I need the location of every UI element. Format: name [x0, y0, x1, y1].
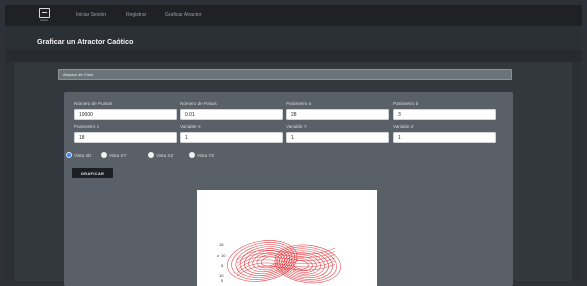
view-yz-label: Vista YZ — [197, 152, 215, 158]
logo-box — [39, 8, 50, 18]
radio-dot — [189, 152, 195, 158]
logo-caption: Inicio — [39, 18, 49, 22]
top-navbar: Inicio Iniciar Sesión Registrar Graficar… — [5, 5, 582, 26]
home-logo-icon[interactable]: Inicio — [37, 8, 51, 24]
z-tick-15: 15 — [219, 242, 224, 247]
param-b-input[interactable] — [393, 109, 496, 120]
graph-button[interactable]: GRAFICAR — [72, 168, 113, 178]
plot-svg: 15 z 10 5 10 5 — [217, 240, 341, 284]
header-divider — [5, 50, 582, 62]
nav-link-graph-attractor[interactable]: Graficar Atractor — [165, 12, 201, 18]
variable-x-input[interactable] — [180, 132, 283, 143]
steps-input[interactable] — [180, 109, 283, 120]
section-header: Atractor de Chen — [58, 69, 512, 80]
radio-dot — [148, 152, 154, 158]
param-a-input[interactable] — [286, 109, 389, 120]
points-input[interactable] — [74, 109, 177, 120]
variable-x-label: Variable X — [180, 124, 201, 129]
param-a-label: Parámetro a — [286, 101, 312, 106]
nav-link-login[interactable]: Iniciar Sesión — [76, 12, 106, 18]
z-axis-letter: z — [217, 253, 219, 258]
attractor-trajectory — [227, 240, 341, 284]
attractor-plot: 15 z 10 5 10 5 — [197, 190, 377, 286]
radio-dot — [66, 152, 72, 158]
z-tick-5: 5 — [221, 263, 224, 268]
variable-y-input[interactable] — [286, 132, 389, 143]
steps-label: Número de Pasos — [180, 101, 217, 106]
variable-z-label: Variable Z — [393, 124, 414, 129]
variable-y-label: Variable Y — [286, 124, 307, 129]
z-tick-10: 10 — [221, 253, 226, 258]
param-c-label: Parámetro c — [74, 124, 100, 129]
points-label: Número de Puntos — [74, 101, 113, 106]
view-xz-label: Vista XZ — [156, 152, 174, 158]
app-window: Inicio Iniciar Sesión Registrar Graficar… — [5, 5, 582, 286]
view-xy-label: Vista XY — [109, 152, 127, 158]
attractor-loop — [293, 260, 309, 270]
nav-link-register[interactable]: Registrar — [126, 12, 146, 18]
radio-dot — [101, 152, 107, 158]
section-title: Atractor de Chen — [63, 71, 94, 77]
view-3d-label: Vista 3D — [74, 152, 92, 158]
variable-z-input[interactable] — [393, 132, 496, 143]
param-c-input[interactable] — [74, 132, 177, 143]
page-title: Graficar un Atractor Caótico — [37, 37, 134, 46]
param-b-label: Parámetro b — [393, 101, 419, 106]
